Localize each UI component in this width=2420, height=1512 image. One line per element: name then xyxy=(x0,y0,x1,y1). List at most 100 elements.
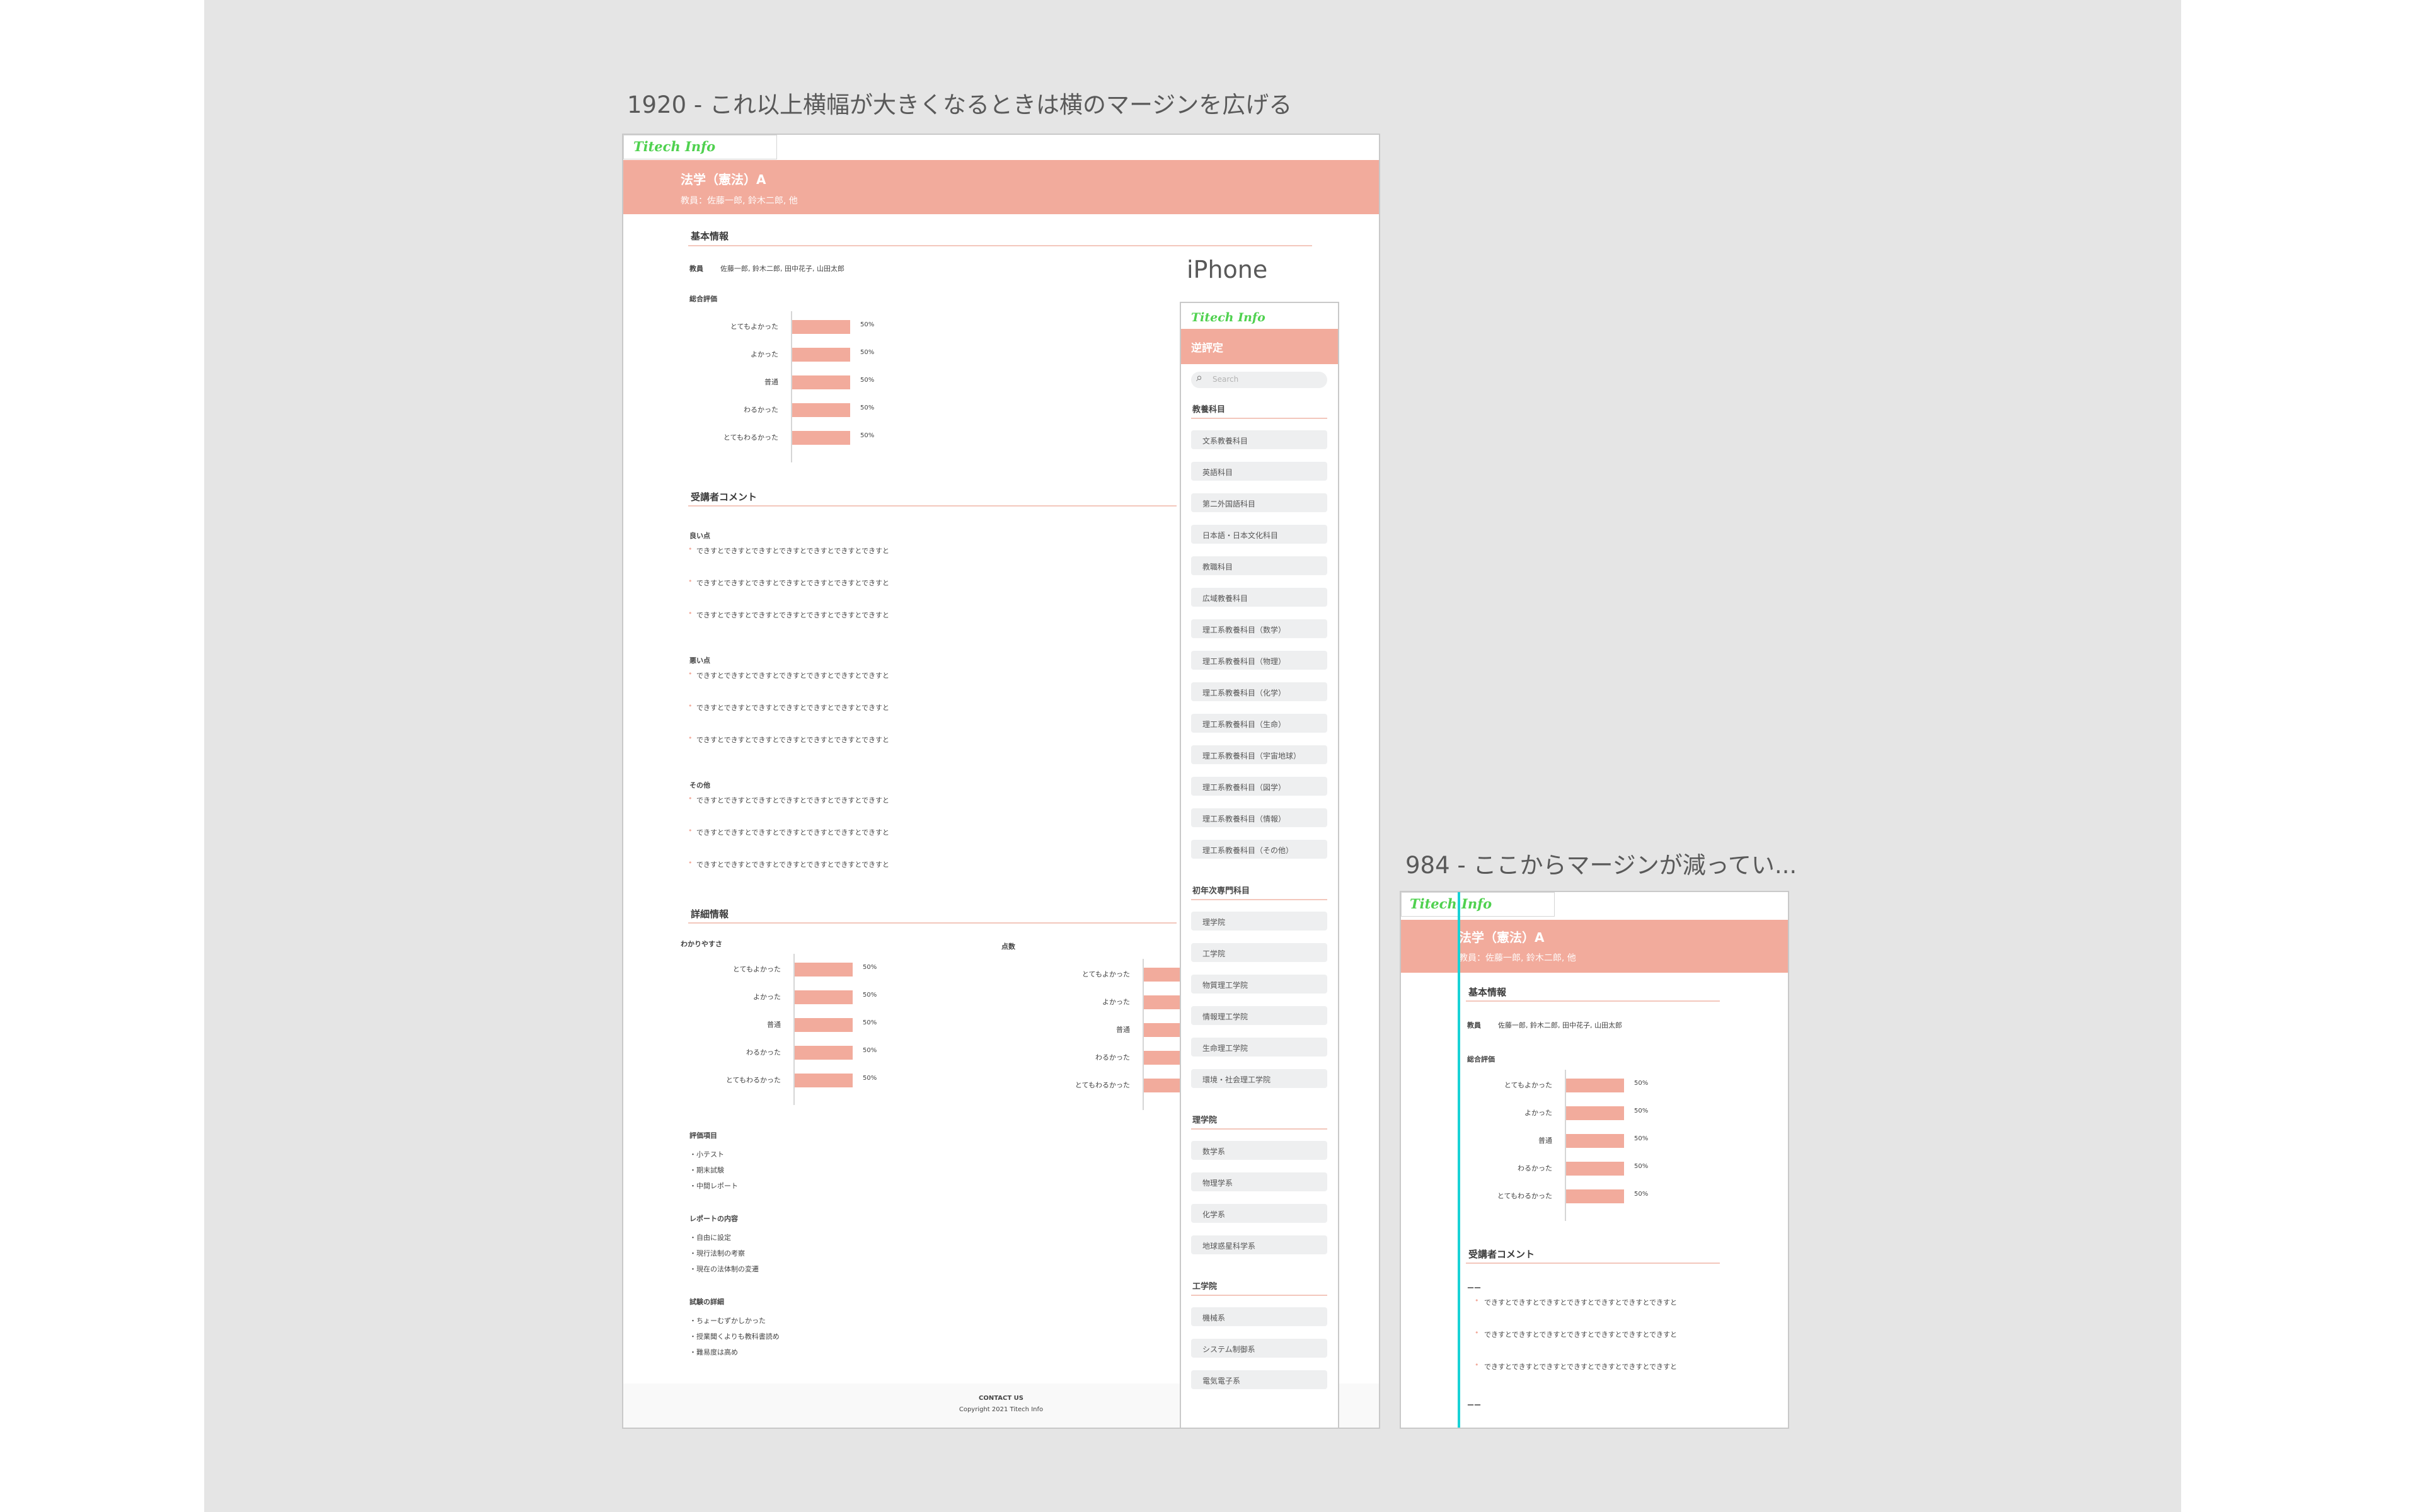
chart-value-label: 50% xyxy=(1634,1163,1649,1170)
grading-label: 点数 xyxy=(1001,942,1015,951)
tablet-comment-bullet-icon: • xyxy=(1475,1361,1479,1369)
menu-item-label: 理工系教養科目（情報） xyxy=(1202,815,1286,823)
chart-value-label: 50% xyxy=(1634,1108,1649,1114)
comment-item: できすとできすとできすとできすとできすとできすとできすと xyxy=(696,611,890,619)
chart-bar xyxy=(792,403,850,417)
menu-item-label: 理工系教養科目（その他） xyxy=(1202,846,1294,855)
comment-item: できすとできすとできすとできすとできすとできすとできすと xyxy=(696,736,890,744)
comment-item: できすとできすとできすとできすとできすとできすとできすと xyxy=(696,547,890,555)
overall-label: 総合評価 xyxy=(689,295,717,303)
menu-group-heading: 教養科目 xyxy=(1192,405,1226,415)
logo[interactable]: Titech Info xyxy=(633,139,715,154)
chart-category-label: よかった xyxy=(751,350,778,358)
menu-group-heading: 初年次専門科目 xyxy=(1192,886,1250,896)
details-heading: 詳細情報 xyxy=(691,908,729,920)
menu-item-label: 理工系教養科目（数学） xyxy=(1202,626,1286,634)
menu-item-label: 教職科目 xyxy=(1202,563,1233,571)
comment-group-label: 良い点 xyxy=(689,532,710,540)
chart-category-label: とてもわるかった xyxy=(723,433,778,442)
basic-info-rule xyxy=(688,245,1312,246)
menu-item-label: 工学院 xyxy=(1202,949,1226,958)
menu-item-label: 理工系教養科目（生命） xyxy=(1202,720,1286,729)
comment-bullet-icon: • xyxy=(688,859,693,867)
details-rule xyxy=(688,922,1177,924)
desktop-frame-label: 1920 - これ以上横幅が大きくなるときは横のマージンを広げる xyxy=(627,91,1293,118)
chart-value-label: 50% xyxy=(1634,1080,1649,1087)
detail-list-heading: 評価項目 xyxy=(689,1131,717,1140)
menu-group-rule xyxy=(1191,418,1327,419)
chart-category-label: とてもわるかった xyxy=(1075,1081,1130,1089)
chart-bar xyxy=(1566,1134,1624,1148)
chart-value-label: 50% xyxy=(863,1019,877,1026)
menu-item-label: 理工系教養科目（宇宙地球） xyxy=(1202,752,1301,760)
menu-group-heading: 工学院 xyxy=(1192,1282,1218,1292)
comment-bullet-icon: • xyxy=(688,609,693,617)
comment-group-label: 悪い点 xyxy=(689,656,710,665)
tablet-comment-bullet-icon: • xyxy=(1475,1329,1479,1337)
chart-bar xyxy=(1566,1106,1624,1120)
menu-item-label: 英語科目 xyxy=(1202,468,1233,477)
tablet-basic-heading: 基本情報 xyxy=(1468,987,1507,998)
search-input[interactable] xyxy=(1191,372,1327,388)
course-teachers: 教員：佐藤一郎, 鈴木二郎, 他 xyxy=(681,196,798,206)
menu-group-rule xyxy=(1191,1128,1327,1130)
menu-item-label: 環境・社会理工学院 xyxy=(1202,1075,1271,1084)
iphone-frame-label: iPhone xyxy=(1187,256,1268,284)
menu-item-label: 文系教養科目 xyxy=(1202,437,1248,445)
detail-list-item: ・小テスト xyxy=(689,1150,724,1159)
tablet-course-teachers: 教員：佐藤一郎, 鈴木二郎, 他 xyxy=(1459,953,1576,963)
detail-list-item: ・期末試験 xyxy=(689,1166,724,1174)
chart-category-label: とてもよかった xyxy=(1081,970,1130,978)
comment-item: できすとできすとできすとできすとできすとできすとできすと xyxy=(696,796,890,805)
teacher-label: 教員 xyxy=(689,265,703,273)
comment-bullet-icon: • xyxy=(688,545,693,553)
comments-rule xyxy=(688,505,1177,507)
chart-category-label: とてもわるかった xyxy=(725,1076,781,1084)
tablet-frame: Titech Info 法学（憲法）A 教員：佐藤一郎, 鈴木二郎, 他 基本情… xyxy=(1400,891,1789,1429)
detail-list-item: ・現行法制の考察 xyxy=(689,1249,745,1257)
menu-item-label: 生命理工学院 xyxy=(1202,1044,1248,1053)
chart-category-label: よかった xyxy=(1524,1109,1552,1117)
menu-item-label: 電気電子系 xyxy=(1202,1377,1241,1385)
menu-item-label: 機械系 xyxy=(1202,1314,1226,1322)
tablet-teacher-value: 佐藤一郎, 鈴木二郎, 田中花子, 山田太郎 xyxy=(1498,1021,1622,1029)
menu-item-label: 情報理工学院 xyxy=(1202,1012,1248,1021)
chart-category-label: わるかった xyxy=(746,1048,781,1057)
menu-item-label: システム制御系 xyxy=(1202,1345,1255,1354)
basic-info-heading: 基本情報 xyxy=(691,231,729,242)
chart-bar xyxy=(792,375,850,389)
margin-guide-line xyxy=(1458,892,1460,1428)
detail-list-item: ・現在の法体制の変遷 xyxy=(689,1265,759,1273)
menu-item-label: 物理学系 xyxy=(1202,1179,1233,1188)
tablet-comment-item: できすとできすとできすとできすとできすとできすとできすと xyxy=(1484,1331,1678,1339)
detail-list-heading: 試験の詳細 xyxy=(689,1298,724,1306)
menu-item-label: 第二外国語科目 xyxy=(1202,500,1256,508)
iphone-logo[interactable]: Titech Info xyxy=(1191,311,1265,324)
menu-item-label: 日本語・日本文化科目 xyxy=(1202,531,1279,540)
chart-bar xyxy=(1566,1162,1624,1176)
chart-value-label: 50% xyxy=(1634,1135,1649,1142)
course-title: 法学（憲法）A xyxy=(681,172,766,187)
comment-item: できすとできすとできすとできすとできすとできすとできすと xyxy=(696,704,890,712)
menu-item-label: 理学院 xyxy=(1202,918,1226,927)
chart-bar xyxy=(1566,1189,1624,1203)
comment-bullet-icon: • xyxy=(688,734,693,742)
comments-heading: 受講者コメント xyxy=(691,491,758,503)
menu-group-rule xyxy=(1191,899,1327,900)
comment-item: できすとできすとできすとできすとできすとできすとできすと xyxy=(696,828,890,837)
tablet-comment-group-label: ーー xyxy=(1467,1401,1481,1409)
tablet-comment-item: できすとできすとできすとできすとできすとできすとできすと xyxy=(1484,1298,1678,1307)
iphone-frame: Titech Info 逆評定 ⌕ Search 教養科目 文系教養科目 英語科目第… xyxy=(1180,302,1339,1429)
tablet-logo[interactable]: Titech Info xyxy=(1410,896,1492,912)
chart-category-label: 普通 xyxy=(1116,1026,1130,1034)
tablet-comment-item: できすとできすとできすとできすとできすとできすとできすと xyxy=(1484,1363,1678,1371)
chart-category-label: とてもわるかった xyxy=(1497,1192,1552,1200)
menu-group-rule xyxy=(1191,1295,1327,1296)
chart-category-label: わるかった xyxy=(1095,1053,1130,1062)
chart-bar xyxy=(795,1046,853,1060)
chart-value-label: 50% xyxy=(863,964,877,971)
tablet-teacher-label: 教員 xyxy=(1467,1021,1481,1029)
tablet-comment-bullet-icon: • xyxy=(1475,1297,1479,1305)
chart-bar xyxy=(792,320,850,334)
chart-bar xyxy=(792,348,850,362)
